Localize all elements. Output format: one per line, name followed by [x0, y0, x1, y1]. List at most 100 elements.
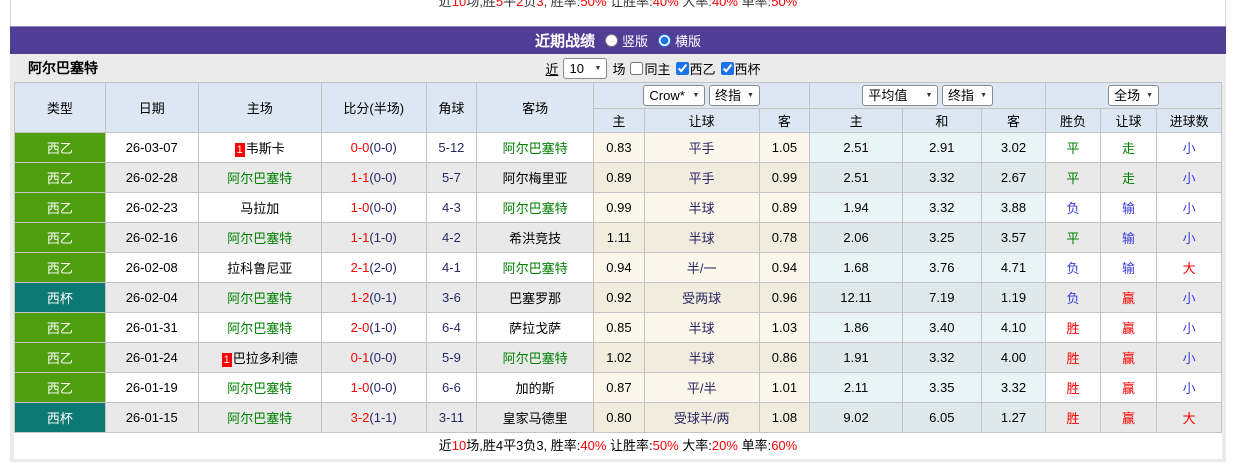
- cup-checkbox[interactable]: 西杯: [720, 59, 761, 78]
- stat-segment: 大率:: [678, 438, 712, 453]
- avg-away-odds: 3.57: [980, 222, 1047, 253]
- score-cell: 2-1(2-0): [320, 252, 427, 283]
- winlose-result: 平: [1045, 132, 1101, 163]
- bookmaker-odds-stage-select[interactable]: 终指 ▼: [709, 85, 760, 106]
- layout-radio-vertical[interactable]: 竖版: [604, 31, 648, 50]
- same-host-checkbox-input[interactable]: [630, 61, 644, 75]
- away-team-name[interactable]: 希洪竞技: [509, 231, 561, 246]
- handicap-result: 走: [1099, 162, 1158, 193]
- crow-home-odds: 0.89: [593, 162, 645, 193]
- winlose-result: 胜: [1045, 372, 1101, 403]
- col-header-crow-home: 主: [593, 108, 645, 133]
- home-team-name[interactable]: 马拉加: [240, 201, 279, 216]
- score-cell: 1-0(0-0): [320, 192, 427, 223]
- home-team-name[interactable]: 阿尔巴塞特: [227, 231, 292, 246]
- handicap-line: 受球半/两: [643, 402, 760, 433]
- recent-link[interactable]: 近: [545, 59, 558, 78]
- match-type-badge: 西乙: [14, 162, 106, 193]
- goals-result: 小: [1156, 312, 1222, 343]
- league-checkbox-input[interactable]: [675, 61, 689, 75]
- crow-home-odds: 0.83: [593, 132, 645, 163]
- handicap-result: 赢: [1099, 342, 1158, 373]
- avg-home-odds: 2.11: [809, 372, 903, 403]
- match-type-badge: 西乙: [14, 312, 106, 343]
- fulltime-score: 0-0: [350, 140, 370, 155]
- home-team-name[interactable]: 韦斯卡: [246, 141, 285, 156]
- avg-draw-odds: 6.05: [901, 402, 982, 433]
- section-title: 近期战绩: [534, 33, 595, 50]
- score-cell: 1-1(1-0): [320, 222, 427, 253]
- team-name: 阿尔巴塞特: [28, 60, 98, 76]
- clipped-stats-line: 近10场,胜5平2负3, 胜率:50% 让胜率:40% 大率:40% 单率:50…: [11, 0, 1225, 10]
- games-label: 场: [612, 61, 626, 77]
- match-rows: 西乙 26-03-07 1 韦斯卡 0-0(0-0) 5-12 阿尔巴塞特 0.83 平手 1.0…: [14, 132, 1222, 433]
- match-date: 26-02-08: [104, 252, 199, 283]
- period-select[interactable]: 全场 ▼: [1108, 85, 1160, 106]
- stat-segment: 40%: [652, 0, 679, 9]
- rank-badge: 1: [234, 143, 245, 157]
- corner-count: 4-2: [425, 222, 478, 253]
- corner-count: 5-7: [425, 162, 478, 193]
- home-team-name[interactable]: 阿尔巴塞特: [227, 321, 292, 336]
- stat-segment: 50%: [580, 0, 607, 9]
- cup-checkbox-input[interactable]: [720, 61, 734, 75]
- away-team-name[interactable]: 巴塞罗那: [509, 291, 561, 306]
- home-team-name[interactable]: 阿尔巴塞特: [227, 411, 292, 426]
- avg-draw-odds: 7.19: [901, 282, 982, 313]
- col-header-away: 客场: [476, 82, 595, 133]
- home-team-name[interactable]: 拉科鲁尼亚: [227, 261, 292, 276]
- crow-away-odds: 1.01: [758, 372, 811, 403]
- avg-draw-odds: 3.35: [901, 372, 982, 403]
- recent-count-select[interactable]: 10 ▼: [563, 57, 608, 79]
- fulltime-score: 0-1: [350, 350, 370, 365]
- home-team-name[interactable]: 阿尔巴塞特: [227, 171, 292, 186]
- vertical-radio-input[interactable]: [604, 34, 618, 47]
- crow-home-odds: 0.85: [593, 312, 645, 343]
- stat-segment: 场,胜: [466, 0, 496, 9]
- col-header-goals: 进球数: [1156, 108, 1222, 133]
- halftime-score: (1-0): [369, 320, 397, 335]
- away-team-cell: 阿尔巴塞特: [476, 252, 595, 283]
- goals-result: 大: [1156, 402, 1222, 433]
- away-team-name[interactable]: 萨拉戈萨: [509, 321, 561, 336]
- bookmaker-select[interactable]: Crow* ▼: [643, 85, 706, 106]
- average-odds-stage-select[interactable]: 终指 ▼: [942, 85, 993, 106]
- league-checkbox[interactable]: 西乙: [675, 59, 716, 78]
- crow-away-odds: 0.96: [758, 282, 811, 313]
- avg-draw-odds: 3.32: [901, 162, 982, 193]
- away-team-name[interactable]: 阿尔巴塞特: [503, 261, 568, 276]
- goals-result: 小: [1156, 282, 1222, 313]
- home-team-name[interactable]: 阿尔巴塞特: [227, 291, 292, 306]
- horizontal-radio-input[interactable]: [658, 34, 671, 47]
- average-select[interactable]: 平均值 ▼: [862, 85, 939, 106]
- away-team-cell: 阿尔巴塞特: [476, 192, 595, 223]
- away-team-name[interactable]: 阿尔巴塞特: [503, 201, 568, 216]
- avg-home-odds: 1.91: [809, 342, 903, 373]
- avg-home-odds: 12.11: [809, 282, 903, 313]
- halftime-score: (0-1): [369, 290, 397, 305]
- stat-segment: 10: [451, 438, 467, 453]
- same-host-checkbox[interactable]: 同主: [630, 59, 671, 78]
- stat-segment: 场,胜4平3负3, 胜率:: [466, 438, 581, 453]
- avg-away-odds: 3.32: [980, 372, 1047, 403]
- away-team-name[interactable]: 阿尔巴塞特: [503, 351, 568, 366]
- goals-result: 小: [1156, 132, 1222, 163]
- match-date: 26-03-07: [104, 132, 199, 163]
- home-team-name[interactable]: 巴拉多利德: [233, 351, 298, 366]
- handicap-result: 输: [1099, 192, 1158, 223]
- match-type-badge: 西乙: [14, 372, 106, 403]
- away-team-name[interactable]: 加的斯: [516, 381, 555, 396]
- fulltime-group-header: 全场 ▼: [1045, 82, 1222, 109]
- away-team-name[interactable]: 阿尔巴塞特: [503, 141, 568, 156]
- handicap-result: 输: [1099, 252, 1158, 283]
- crow-away-odds: 0.86: [758, 342, 811, 373]
- away-team-name[interactable]: 阿尔梅里亚: [503, 171, 568, 186]
- layout-radio-horizontal[interactable]: 横版: [658, 31, 701, 50]
- crow-home-odds: 0.94: [593, 252, 645, 283]
- crow-home-odds: 0.92: [593, 282, 645, 313]
- col-header-date: 日期: [104, 82, 199, 133]
- away-team-name[interactable]: 皇家马德里: [503, 411, 568, 426]
- fulltime-score: 1-1: [350, 230, 370, 245]
- chevron-down-icon: ▼: [747, 92, 754, 99]
- home-team-name[interactable]: 阿尔巴塞特: [227, 381, 292, 396]
